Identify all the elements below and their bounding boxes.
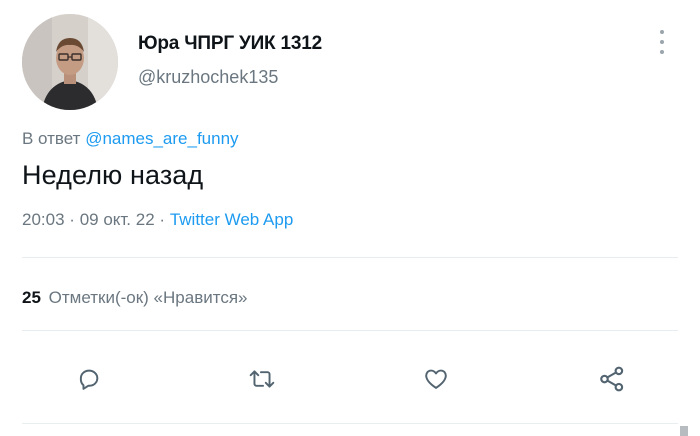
more-dot — [660, 50, 664, 54]
reply-icon — [79, 369, 99, 390]
share-icon — [600, 366, 624, 392]
reply-button[interactable] — [69, 359, 109, 399]
avatar-photo — [22, 14, 118, 110]
tweet-source-link[interactable]: Twitter Web App — [170, 210, 293, 229]
divider — [22, 257, 678, 258]
retweet-button[interactable] — [242, 359, 282, 399]
likes-stat[interactable]: 25 Отметки(-ок) «Нравится» — [22, 288, 248, 308]
tweet-text: Неделю назад — [22, 160, 204, 190]
more-options-icon[interactable] — [656, 30, 668, 54]
likes-label: Отметки(-ок) «Нравится» — [48, 288, 248, 307]
scrollbar-thumb[interactable] — [680, 426, 688, 436]
more-dot — [660, 40, 664, 44]
tweet-detail: Юра ЧПРГ УИК 1312 @kruzhochek135 В ответ… — [0, 0, 700, 436]
share-button[interactable] — [592, 359, 632, 399]
reply-mention-link[interactable]: @names_are_funny — [85, 129, 238, 148]
meta-separator: · — [159, 210, 166, 229]
like-icon — [425, 369, 447, 389]
retweet-icon — [249, 370, 275, 388]
divider — [22, 330, 678, 331]
tweet-meta: 20:03 · 09 окт. 22 · Twitter Web App — [22, 210, 293, 230]
more-dot — [660, 30, 664, 34]
display-name[interactable]: Юра ЧПРГ УИК 1312 — [138, 33, 322, 55]
meta-separator: · — [69, 210, 75, 229]
reply-context: В ответ @names_are_funny — [22, 129, 239, 149]
like-button[interactable] — [416, 359, 456, 399]
reply-prefix: В ответ — [22, 129, 81, 148]
avatar[interactable] — [22, 14, 118, 110]
tweet-time[interactable]: 20:03 — [22, 210, 65, 229]
divider — [22, 423, 678, 424]
likes-count: 25 — [22, 288, 41, 307]
user-handle[interactable]: @kruzhochek135 — [138, 67, 278, 88]
tweet-date[interactable]: 09 окт. 22 — [80, 210, 155, 229]
